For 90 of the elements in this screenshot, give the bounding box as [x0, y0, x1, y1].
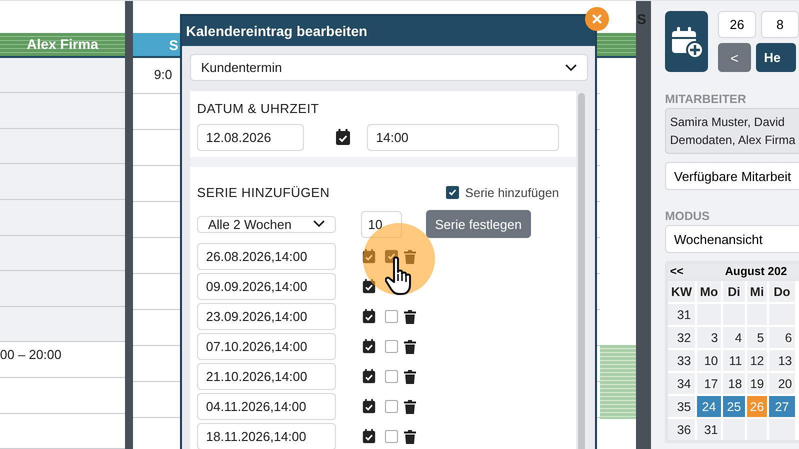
- date-time-field[interactable]: 04.11.2026,14:00: [197, 393, 336, 420]
- calendar-day[interactable]: 18: [723, 373, 745, 394]
- count-field[interactable]: 10: [361, 210, 402, 238]
- date-time-field[interactable]: 18.11.2026,14:00: [197, 423, 336, 449]
- trash-icon[interactable]: [404, 340, 416, 354]
- mode-select[interactable]: Wochenansicht: [665, 225, 799, 253]
- date-time-field[interactable]: 07.10.2026,14:00: [197, 333, 336, 360]
- trash-icon[interactable]: [404, 370, 416, 384]
- calendar-day[interactable]: 27: [769, 396, 795, 417]
- week-number: 35: [668, 396, 695, 417]
- week-number: 32: [668, 327, 695, 348]
- checkbox[interactable]: [385, 400, 398, 413]
- set-series-button[interactable]: Serie festlegen: [426, 210, 531, 238]
- calendar-day[interactable]: 10: [697, 350, 721, 371]
- checkbox-label: Serie hinzufügen: [465, 186, 559, 200]
- calendar-day[interactable]: 17: [697, 373, 721, 394]
- calendar-day[interactable]: 11: [723, 350, 745, 371]
- week-number: 36: [668, 419, 695, 440]
- field-label: MODUS: [665, 209, 711, 223]
- chevron-down-icon: [565, 64, 577, 72]
- week-number: 31: [668, 304, 695, 325]
- calendar-day[interactable]: 5: [747, 327, 767, 348]
- calendar-day[interactable]: 25: [723, 396, 745, 417]
- week-number: 34: [668, 373, 695, 394]
- section-heading: SERIE HINZUFÜGEN: [197, 185, 330, 200]
- week-number: 33: [668, 350, 695, 371]
- today-button[interactable]: He: [756, 43, 796, 72]
- interval-select[interactable]: Alle 2 Wochen: [197, 216, 336, 232]
- calendar-day[interactable]: 3: [697, 327, 721, 348]
- calendar-day[interactable]: 6: [769, 327, 795, 348]
- trash-icon[interactable]: [404, 310, 416, 324]
- column-header: Alex Firma: [0, 33, 125, 58]
- calendar-check-icon[interactable]: [362, 399, 376, 414]
- calendar-check-icon[interactable]: [362, 369, 376, 384]
- scrollbar-thumb[interactable]: [578, 93, 585, 449]
- previous-month-button[interactable]: <<: [668, 266, 725, 278]
- checkbox[interactable]: [385, 430, 398, 443]
- calendar-day[interactable]: 31: [697, 419, 721, 440]
- checkbox[interactable]: [385, 370, 398, 383]
- weekday-header: Mi: [747, 281, 767, 302]
- close-button[interactable]: [585, 7, 609, 31]
- calendar-check-icon[interactable]: [362, 339, 376, 354]
- calendar-check-icon[interactable]: [362, 429, 376, 444]
- weekday-header: Di: [723, 281, 745, 302]
- checkbox[interactable]: [385, 310, 398, 323]
- day-field[interactable]: 26: [718, 11, 756, 38]
- add-event-button[interactable]: [665, 11, 708, 72]
- weekday-header: KW: [668, 281, 695, 302]
- empty-day-cell: [747, 419, 767, 440]
- close-icon: [592, 14, 602, 24]
- empty-day-cell: [723, 419, 745, 440]
- trash-icon[interactable]: [404, 430, 416, 444]
- date-time-field[interactable]: 23.09.2026,14:00: [197, 303, 336, 330]
- calendar-check-icon[interactable]: [362, 279, 376, 294]
- type-select[interactable]: Kundentermin: [190, 54, 588, 81]
- event-time: 00 – 20:00: [0, 347, 62, 362]
- checkmark-icon: [448, 188, 458, 197]
- section-heading: DATUM & UHRZEIT: [197, 101, 320, 116]
- calendar-day[interactable]: 4: [723, 327, 745, 348]
- column-header: S: [133, 33, 180, 58]
- previous-button[interactable]: <: [718, 43, 751, 72]
- calendar-day[interactable]: 24: [697, 396, 721, 417]
- calendar-day[interactable]: 13: [769, 350, 795, 371]
- chevron-down-icon: [313, 220, 325, 228]
- empty-day-cell: [769, 419, 795, 440]
- calendar-check-icon[interactable]: [362, 249, 376, 264]
- calendar-check-icon[interactable]: [335, 129, 351, 146]
- employees-field[interactable]: Samira Muster, David Demodaten, Alex Firma: [665, 108, 799, 154]
- time-field[interactable]: 14:00: [367, 124, 559, 151]
- weekday-header: Mo: [697, 281, 721, 302]
- calendar-day[interactable]: 20: [769, 373, 795, 394]
- calendar-check-icon[interactable]: [362, 309, 376, 324]
- date-time-field[interactable]: 26.08.2026,14:00: [197, 243, 336, 270]
- month-title: August 202: [725, 266, 787, 278]
- time-label: 9:0: [154, 67, 172, 82]
- checkmark-icon: [387, 252, 396, 261]
- month-field[interactable]: 8: [761, 11, 799, 38]
- calendar-day[interactable]: 19: [747, 373, 767, 394]
- weekday-header: Do: [769, 281, 795, 302]
- date-field[interactable]: 12.08.2026: [197, 124, 304, 151]
- available-employees-select[interactable]: Verfügbare Mitarbeit: [665, 162, 799, 190]
- checkbox[interactable]: [385, 340, 398, 353]
- trash-icon[interactable]: [404, 400, 416, 414]
- dialog-title: Kalendereintrag bearbeiten: [182, 16, 595, 46]
- field-label: MITARBEITER: [665, 92, 748, 106]
- date-time-field[interactable]: 21.10.2026,14:00: [197, 363, 336, 390]
- checkbox[interactable]: [446, 186, 460, 199]
- date-time-field[interactable]: 09.09.2026,14:00: [197, 273, 336, 300]
- calendar-plus-icon: [670, 24, 704, 58]
- calendar-day[interactable]: 12: [747, 350, 767, 371]
